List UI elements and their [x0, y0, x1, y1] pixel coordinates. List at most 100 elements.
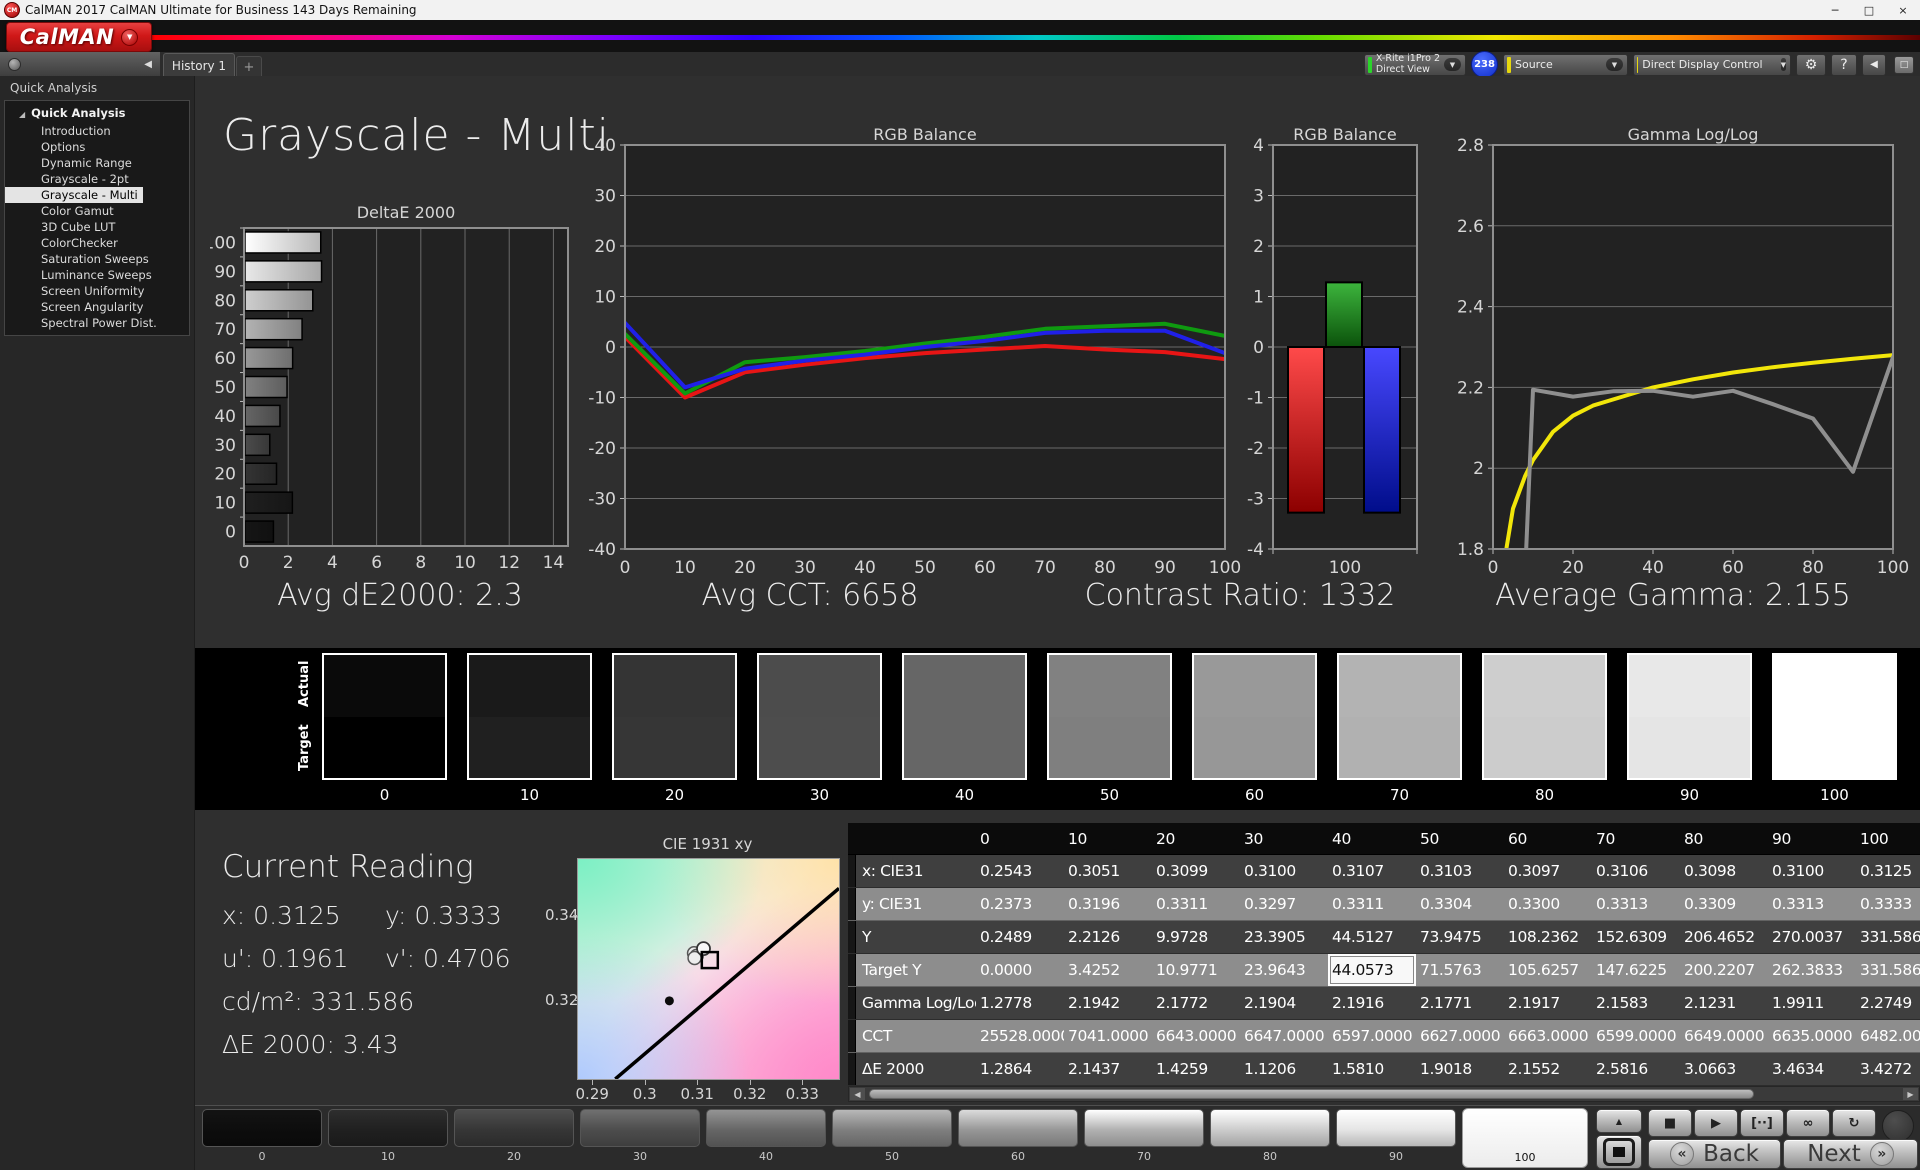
sidebar-item-screen-angularity[interactable]: Screen Angularity — [5, 299, 189, 315]
sidebar-item-grayscale-2pt[interactable]: Grayscale - 2pt — [5, 171, 189, 187]
table-cell[interactable]: 0.3313 — [1768, 888, 1856, 920]
sidebar-item-color-gamut[interactable]: Color Gamut — [5, 203, 189, 219]
pattern-swatch-70[interactable] — [1084, 1109, 1204, 1147]
table-cell[interactable]: 2.1904 — [1240, 987, 1328, 1019]
table-cell[interactable]: 1.9018 — [1416, 1053, 1504, 1085]
continuous-button[interactable]: ∞ — [1786, 1109, 1830, 1137]
table-cell[interactable]: 6663.0000 — [1504, 1020, 1592, 1052]
table-cell[interactable]: 0.3196 — [1064, 888, 1152, 920]
pattern-swatch-40[interactable] — [706, 1109, 826, 1147]
table-cell[interactable]: 1.2778 — [976, 987, 1064, 1019]
next-button[interactable]: Next » — [1783, 1139, 1918, 1169]
table-cell[interactable]: 0.3099 — [1152, 855, 1240, 887]
table-cell[interactable]: 2.1772 — [1152, 987, 1240, 1019]
table-cell[interactable]: 0.3311 — [1152, 888, 1240, 920]
back-button[interactable]: « Back — [1648, 1139, 1781, 1169]
sidebar-item-saturation-sweeps[interactable]: Saturation Sweeps — [5, 251, 189, 267]
table-cell[interactable]: 0.3100 — [1768, 855, 1856, 887]
table-cell[interactable]: 0.3103 — [1416, 855, 1504, 887]
pattern-swatch-30[interactable] — [580, 1109, 700, 1147]
table-cell[interactable]: 6482.0000 — [1856, 1020, 1920, 1052]
table-cell[interactable]: 0.3297 — [1240, 888, 1328, 920]
table-cell[interactable]: 0.2373 — [976, 888, 1064, 920]
table-cell[interactable]: 1.9911 — [1768, 987, 1856, 1019]
pattern-swatch-60[interactable] — [958, 1109, 1078, 1147]
pattern-swatch-0[interactable] — [202, 1109, 322, 1147]
tab-history-1[interactable]: History 1 — [163, 53, 235, 77]
stop-button[interactable]: ■ — [1648, 1109, 1692, 1137]
table-cell[interactable]: 6627.0000 — [1416, 1020, 1504, 1052]
table-cell[interactable]: 0.3097 — [1504, 855, 1592, 887]
sidebar-item-grayscale-multi[interactable]: Grayscale - Multi — [5, 187, 143, 203]
table-cell[interactable]: 3.4272 — [1856, 1053, 1920, 1085]
edge-panel-button[interactable]: □ — [1894, 56, 1914, 74]
table-cell[interactable]: 0.3311 — [1328, 888, 1416, 920]
table-cell[interactable]: 0.2489 — [976, 921, 1064, 953]
sidebar-item-3d-cube-lut[interactable]: 3D Cube LUT — [5, 219, 189, 235]
table-cell[interactable]: 2.1231 — [1680, 987, 1768, 1019]
table-cell[interactable]: 2.1917 — [1504, 987, 1592, 1019]
maximize-icon[interactable]: □ — [1852, 4, 1886, 17]
play-button[interactable]: ▶ — [1694, 1109, 1738, 1137]
collapse-left-icon[interactable]: ◀ — [144, 59, 152, 70]
stop-pattern-button[interactable] — [1596, 1135, 1642, 1169]
table-cell[interactable]: 206.4652 — [1680, 921, 1768, 953]
help-button[interactable]: ? — [1831, 53, 1857, 76]
table-cell[interactable]: 2.1583 — [1592, 987, 1680, 1019]
table-cell[interactable]: 2.1916 — [1328, 987, 1416, 1019]
settings-button[interactable]: ⚙ — [1796, 53, 1826, 76]
table-cell[interactable]: 200.2207 — [1680, 954, 1768, 986]
table-cell[interactable]: 0.3333 — [1856, 888, 1920, 920]
minimize-icon[interactable]: ─ — [1818, 4, 1852, 17]
source-dropdown[interactable]: Source ▼ — [1503, 53, 1628, 76]
table-cell[interactable]: 23.9643 — [1240, 954, 1328, 986]
table-cell[interactable]: 3.4634 — [1768, 1053, 1856, 1085]
table-cell[interactable]: 331.5860 — [1856, 921, 1920, 953]
table-cell[interactable]: 3.4252 — [1064, 954, 1152, 986]
table-cell[interactable]: 0.0000 — [976, 954, 1064, 986]
table-cell[interactable]: 6597.0000 — [1328, 1020, 1416, 1052]
table-cell[interactable]: 6635.0000 — [1768, 1020, 1856, 1052]
table-cell[interactable]: 2.2749 — [1856, 987, 1920, 1019]
scroll-right-icon[interactable]: ▶ — [1903, 1088, 1918, 1100]
pattern-swatch-20[interactable] — [454, 1109, 574, 1147]
pattern-swatch-50[interactable] — [832, 1109, 952, 1147]
table-cell[interactable]: 0.3313 — [1592, 888, 1680, 920]
table-cell[interactable]: 25528.0000 — [976, 1020, 1064, 1052]
table-cell[interactable]: 10.9771 — [1152, 954, 1240, 986]
table-cell[interactable]: 44.0573 — [1328, 954, 1416, 986]
sidebar-item-root[interactable]: ◢ Quick Analysis — [5, 105, 189, 123]
table-cell[interactable]: 152.6309 — [1592, 921, 1680, 953]
sidebar-item-luminance-sweeps[interactable]: Luminance Sweeps — [5, 267, 189, 283]
table-cell[interactable]: 1.4259 — [1152, 1053, 1240, 1085]
pattern-swatch-10[interactable] — [328, 1109, 448, 1147]
table-cell[interactable]: 0.3125 — [1856, 855, 1920, 887]
table-cell[interactable]: 331.5860 — [1856, 954, 1920, 986]
add-tab-button[interactable]: + — [236, 56, 262, 77]
scrollbar-thumb[interactable] — [869, 1089, 1754, 1099]
table-cell[interactable]: 2.1771 — [1416, 987, 1504, 1019]
table-cell[interactable]: 6649.0000 — [1680, 1020, 1768, 1052]
table-cell[interactable]: 44.5127 — [1328, 921, 1416, 953]
panel-dot-icon[interactable] — [8, 57, 21, 71]
table-cell[interactable]: 2.5816 — [1592, 1053, 1680, 1085]
display-control-dropdown[interactable]: Direct Display Control ▼ — [1633, 53, 1791, 76]
sidebar-item-introduction[interactable]: Introduction — [5, 123, 189, 139]
table-cell[interactable]: 0.3051 — [1064, 855, 1152, 887]
table-cell[interactable]: 1.2864 — [976, 1053, 1064, 1085]
table-cell[interactable]: 0.3106 — [1592, 855, 1680, 887]
table-cell[interactable]: 9.9728 — [1152, 921, 1240, 953]
scroll-left-icon[interactable]: ◀ — [850, 1088, 865, 1100]
pattern-swatch-100[interactable]: 100 — [1462, 1108, 1588, 1168]
sidebar-item-options[interactable]: Options — [5, 139, 189, 155]
table-cell[interactable]: 0.3107 — [1328, 855, 1416, 887]
sidebar-item-spectral-power-dist-[interactable]: Spectral Power Dist. — [5, 315, 189, 331]
table-cell[interactable]: 0.3300 — [1504, 888, 1592, 920]
table-cell[interactable]: 6643.0000 — [1152, 1020, 1240, 1052]
pattern-swatch-90[interactable] — [1336, 1109, 1456, 1147]
meter-dropdown[interactable]: X-Rite i1Pro 2 Direct View ▼ — [1363, 53, 1466, 76]
table-cell[interactable]: 23.3905 — [1240, 921, 1328, 953]
table-cell[interactable]: 7041.0000 — [1064, 1020, 1152, 1052]
table-cell[interactable]: 6647.0000 — [1240, 1020, 1328, 1052]
table-cell[interactable]: 262.3833 — [1768, 954, 1856, 986]
